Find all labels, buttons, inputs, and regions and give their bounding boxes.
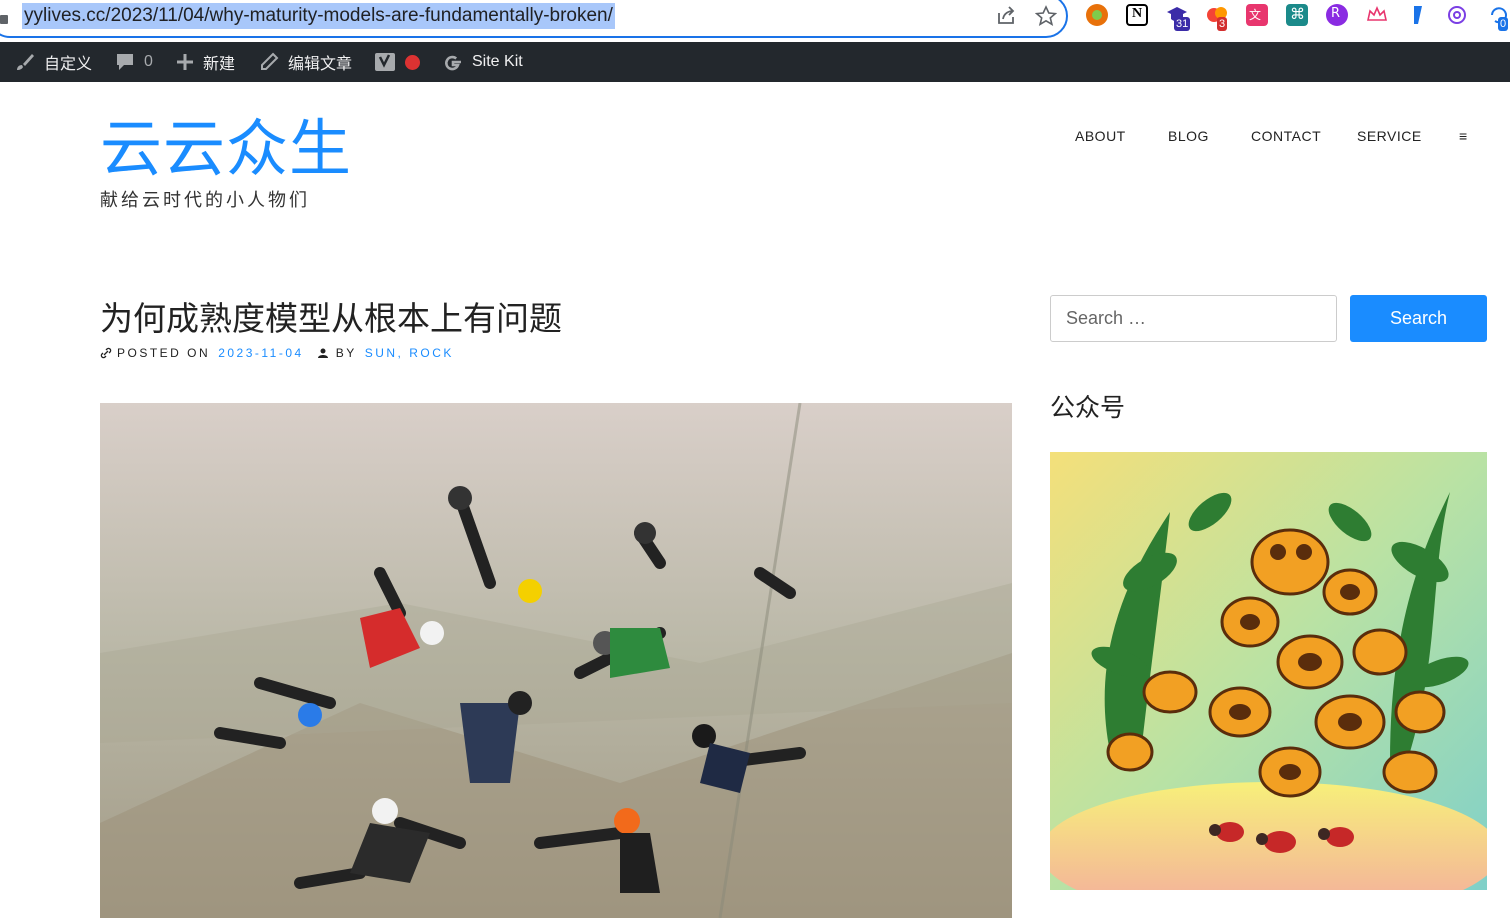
lock-icon[interactable]	[0, 10, 8, 24]
customize-label: 自定义	[44, 56, 93, 73]
comment-icon	[117, 54, 133, 70]
link-icon	[100, 347, 112, 359]
share-icon[interactable]	[995, 5, 1017, 27]
widget-title-wechat: 公众号	[1050, 393, 1126, 422]
purple-extension-icon[interactable]: R	[1326, 4, 1348, 26]
blue-extension-icon[interactable]	[1406, 4, 1428, 26]
edit-post-label: 编辑文章	[288, 56, 353, 73]
menu-toggle-icon[interactable]: ≡	[1459, 128, 1468, 144]
openai-icon[interactable]	[1446, 4, 1468, 26]
site-kit-link[interactable]: Site Kit	[443, 42, 523, 82]
site-title[interactable]: 云云众生	[100, 112, 352, 186]
yoast-seo-link[interactable]	[374, 42, 420, 82]
wechat-account-image	[1050, 452, 1487, 890]
extension-orange-circle-icon[interactable]	[1086, 4, 1108, 26]
plus-icon	[177, 54, 193, 70]
featured-image-skydivers	[100, 403, 1012, 918]
teal-extension-icon[interactable]: ⌘	[1286, 4, 1308, 26]
crown-icon[interactable]	[1366, 4, 1388, 26]
notion-icon[interactable]: N	[1126, 4, 1148, 26]
customize-link[interactable]: 自定义	[15, 42, 92, 82]
pencil-icon	[261, 52, 279, 70]
new-label: 新建	[203, 56, 236, 73]
yoast-icon	[375, 53, 395, 71]
site-description: 献给云时代的小人物们	[100, 190, 310, 211]
nav-about[interactable]: ABOUT	[1075, 128, 1126, 144]
post-date-link[interactable]: 2023-11-04	[218, 346, 304, 360]
comments-link[interactable]: 0	[115, 42, 153, 82]
wp-admin-bar: 自定义 0 新建 编辑文章 Site Kit	[0, 42, 1510, 82]
extension-badge: 0	[1498, 17, 1509, 31]
search-input[interactable]	[1050, 295, 1337, 342]
nav-contact[interactable]: CONTACT	[1251, 128, 1321, 144]
new-content-link[interactable]: 新建	[176, 42, 235, 82]
by-label: BY	[335, 346, 357, 360]
extension-badge: 31	[1174, 17, 1191, 31]
author-link[interactable]: SUN, ROCK	[365, 346, 454, 360]
user-icon	[317, 348, 328, 358]
paintbrush-icon	[17, 54, 34, 70]
posted-on-label: POSTED ON	[117, 346, 211, 360]
seo-status-dot	[405, 54, 420, 70]
bookmark-star-icon[interactable]	[1035, 5, 1057, 27]
browser-toolbar: yylives.cc/2023/11/04/why-maturity-model…	[0, 0, 1510, 42]
comments-count: 0	[144, 53, 153, 70]
post-title: 为何成熟度模型从根本上有问题	[100, 299, 562, 338]
url-text[interactable]: yylives.cc/2023/11/04/why-maturity-model…	[22, 3, 615, 29]
search-button[interactable]: Search	[1350, 295, 1487, 342]
google-g-icon	[445, 55, 461, 71]
post-meta: POSTED ON 2023-11-04 BY SUN, ROCK	[100, 346, 454, 360]
nav-blog[interactable]: BLOG	[1168, 128, 1209, 144]
translate-icon[interactable]: 文	[1246, 4, 1268, 26]
extension-badge: 3	[1217, 17, 1228, 31]
site-kit-label: Site Kit	[472, 53, 523, 70]
edit-post-link[interactable]: 编辑文章	[259, 42, 352, 82]
nav-service[interactable]: SERVICE	[1357, 128, 1422, 144]
